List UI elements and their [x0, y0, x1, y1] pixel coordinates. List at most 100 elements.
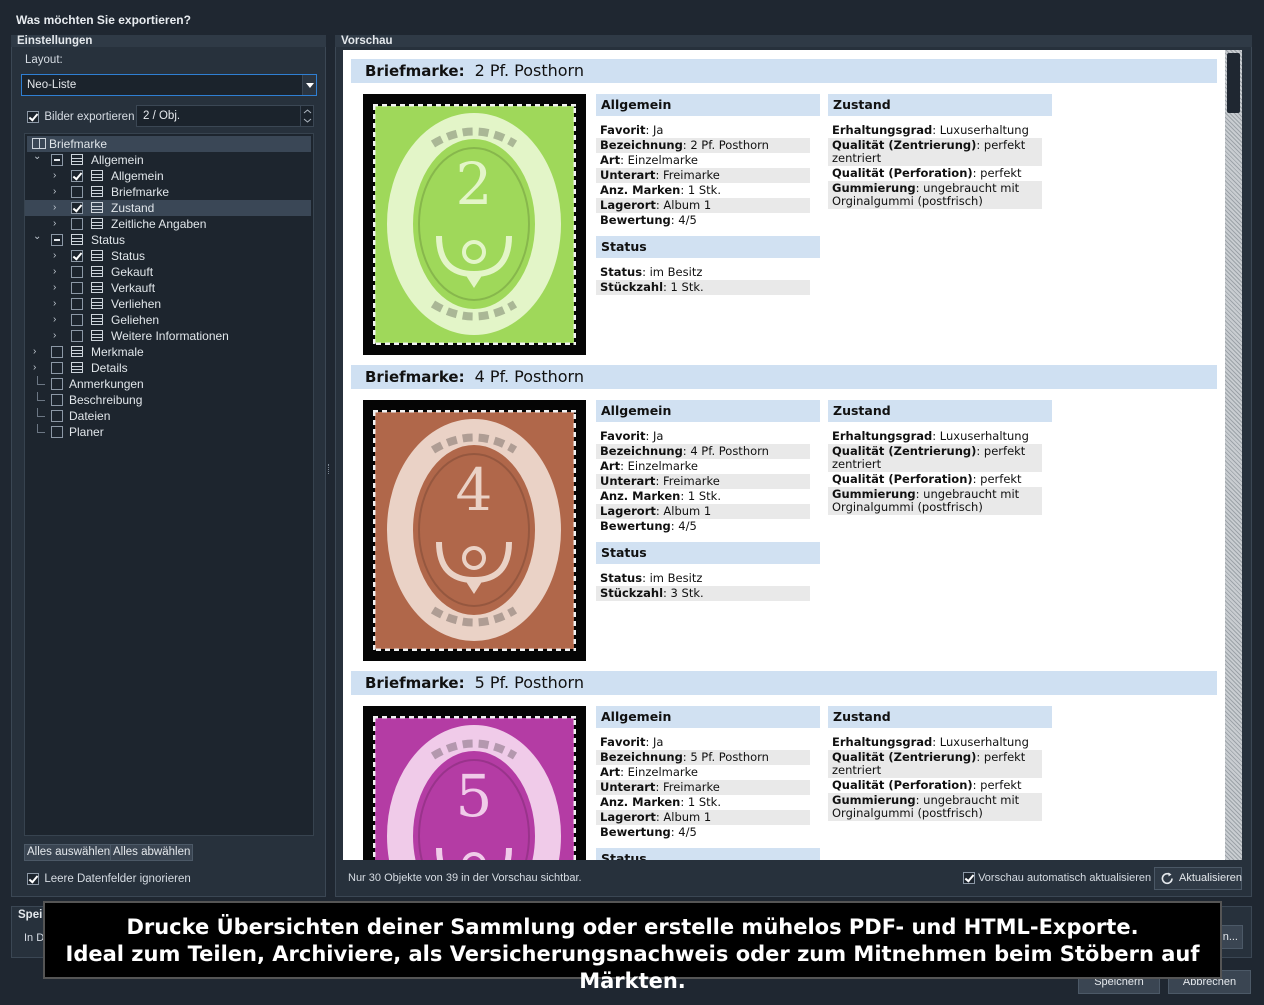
save-target-label: In D	[24, 932, 45, 944]
tree-item[interactable]: › Zustand	[25, 200, 311, 216]
tree-item-checkbox[interactable]	[71, 282, 83, 294]
chevron-right-icon[interactable]: ›	[53, 248, 61, 264]
stamp-image: 5	[363, 706, 586, 860]
item-title: 2 Pf. Posthorn	[474, 61, 584, 80]
tree-item-checkbox[interactable]	[71, 186, 83, 198]
tree-item[interactable]: › Briefmarke	[25, 184, 311, 200]
tree-item-checkbox[interactable]	[51, 426, 63, 438]
tree-item-checkbox[interactable]	[71, 170, 83, 182]
tree-item-checkbox[interactable]	[51, 394, 63, 406]
tree-connector-icon	[37, 408, 45, 417]
chevron-right-icon[interactable]: ›	[33, 360, 41, 376]
field-row: Status: im Besitz	[600, 571, 703, 585]
item-type-label: Briefmarke:	[365, 674, 465, 692]
export-images-option[interactable]: Bilder exportieren	[27, 109, 134, 123]
auto-update-checkbox[interactable]	[963, 872, 975, 885]
item-type-label: Briefmarke:	[365, 62, 465, 80]
field-row: Anz. Marken: 1 Stk.	[600, 489, 721, 503]
list-icon	[91, 170, 103, 181]
ignore-empty-checkbox[interactable]	[27, 872, 39, 885]
tree-item[interactable]: Anmerkungen	[25, 376, 311, 392]
splitter-handle[interactable]	[328, 464, 331, 474]
save-group-label: Spei	[18, 909, 43, 921]
tree-item-checkbox[interactable]	[71, 314, 83, 326]
tree-item-checkbox[interactable]	[51, 378, 63, 390]
ignore-empty-label: Leere Datenfelder ignorieren	[44, 872, 191, 885]
tree-item-label: Verkauft	[111, 281, 156, 295]
chevron-right-icon[interactable]: ›	[53, 216, 61, 232]
tree-item[interactable]: Planer	[25, 424, 311, 440]
tree-item-checkbox[interactable]	[71, 330, 83, 342]
auto-update-option[interactable]: Vorschau automatisch aktualisieren	[963, 872, 1152, 885]
list-icon	[71, 154, 83, 165]
field-row: Qualität (Perforation): perfekt	[832, 472, 1022, 486]
deselect-all-button[interactable]: Alles abwählen	[110, 844, 194, 861]
spinner-arrows-icon[interactable]	[300, 106, 313, 126]
auto-update-label: Vorschau automatisch aktualisieren	[978, 872, 1152, 885]
stamp-graphic: 2	[373, 104, 576, 345]
tree-item[interactable]: ⌄ Allgemein	[25, 149, 311, 168]
tree-item[interactable]: › Merkmale	[25, 344, 311, 360]
chevron-right-icon[interactable]: ›	[33, 344, 41, 360]
tree-item-checkbox[interactable]	[51, 234, 63, 246]
preview-document[interactable]: Briefmarke: 2 Pf. Posthorn 2 Allgemein Favor…	[343, 50, 1225, 860]
select-all-button[interactable]: Alles auswählen	[24, 844, 114, 861]
tree-item-label: Geliehen	[111, 313, 160, 327]
list-icon	[91, 266, 103, 277]
field-tree[interactable]: Briefmarke ⌄ Allgemein › Allgemein › Briefmark…	[24, 133, 314, 836]
tree-item[interactable]: › Gekauft	[25, 264, 311, 280]
tree-item[interactable]: › Verkauft	[25, 280, 311, 296]
chevron-right-icon[interactable]: ›	[53, 200, 61, 216]
tree-item-checkbox[interactable]	[51, 154, 63, 166]
scrollbar-thumb[interactable]	[1227, 53, 1240, 113]
tree-item-checkbox[interactable]	[71, 202, 83, 214]
tree-item-label: Dateien	[69, 409, 111, 423]
chevron-right-icon[interactable]: ›	[53, 296, 61, 312]
chevron-right-icon[interactable]: ›	[53, 280, 61, 296]
list-icon	[91, 330, 103, 341]
field-row: Stückzahl: 3 Stk.	[596, 586, 810, 601]
tree-item[interactable]: Dateien	[25, 408, 311, 424]
tree-item[interactable]: › Allgemein	[25, 168, 311, 184]
refresh-button[interactable]: Aktualisieren	[1154, 867, 1242, 890]
tree-item-checkbox[interactable]	[71, 266, 83, 278]
ignore-empty-option[interactable]: Leere Datenfelder ignorieren	[27, 871, 191, 885]
field-row: Art: Einzelmarke	[600, 459, 698, 473]
tree-item[interactable]: › Weitere Informationen	[25, 328, 311, 344]
list-icon	[91, 298, 103, 309]
tree-item[interactable]: ⌄ Status	[25, 229, 311, 248]
tree-connector-icon	[37, 376, 45, 385]
chevron-right-icon[interactable]: ›	[53, 328, 61, 344]
tree-item[interactable]: › Status	[25, 248, 311, 264]
tree-item[interactable]: › Verliehen	[25, 296, 311, 312]
tree-connector-icon	[37, 424, 45, 433]
chevron-down-icon[interactable]: ⌄	[33, 149, 41, 165]
chevron-right-icon[interactable]: ›	[53, 184, 61, 200]
tree-item-checkbox[interactable]	[51, 362, 63, 374]
images-per-object-spinbox[interactable]: 2 / Obj.	[136, 105, 314, 127]
layout-dropdown[interactable]: Neo-Liste	[21, 74, 317, 96]
list-icon	[71, 346, 83, 357]
section-header-zustand: Zustand	[828, 706, 1052, 728]
preview-scrollbar[interactable]	[1225, 50, 1242, 860]
tree-item-checkbox[interactable]	[51, 410, 63, 422]
chevron-down-icon[interactable]	[302, 75, 316, 95]
tree-item-checkbox[interactable]	[71, 298, 83, 310]
chevron-right-icon[interactable]: ›	[53, 312, 61, 328]
tree-item-checkbox[interactable]	[71, 218, 83, 230]
tree-item[interactable]: › Geliehen	[25, 312, 311, 328]
export-images-checkbox[interactable]	[27, 110, 39, 123]
field-row: Lagerort: Album 1	[596, 198, 810, 213]
chevron-down-icon[interactable]: ⌄	[33, 229, 41, 245]
tree-root[interactable]: Briefmarke	[27, 136, 311, 152]
list-icon	[71, 234, 83, 245]
tree-item[interactable]: › Zeitliche Angaben	[25, 216, 311, 232]
tree-item-checkbox[interactable]	[51, 346, 63, 358]
chevron-right-icon[interactable]: ›	[53, 264, 61, 280]
section-header-allgemein: Allgemein	[596, 94, 820, 116]
tree-item-checkbox[interactable]	[71, 250, 83, 262]
field-row: Bezeichnung: 5 Pf. Posthorn	[596, 750, 810, 765]
chevron-right-icon[interactable]: ›	[53, 168, 61, 184]
tree-item[interactable]: › Details	[25, 360, 311, 376]
tree-item[interactable]: Beschreibung	[25, 392, 311, 408]
